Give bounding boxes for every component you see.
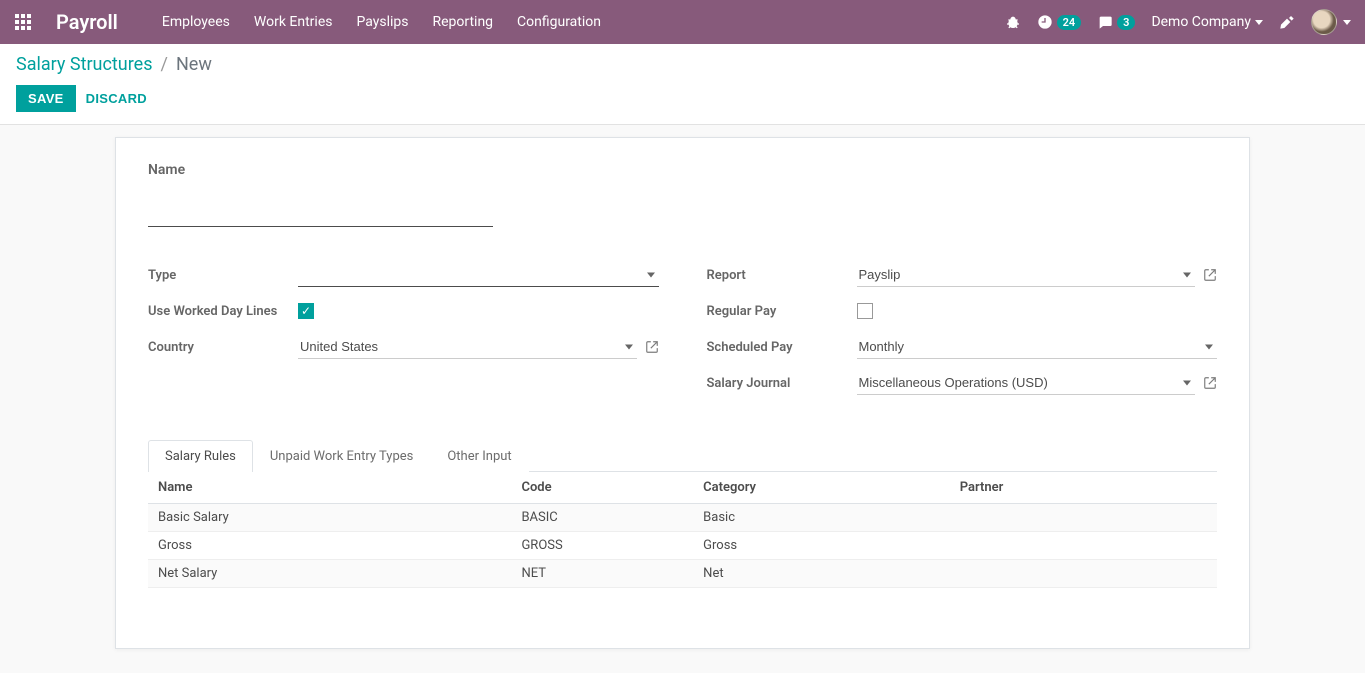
cell-code: GROSS: [511, 532, 693, 560]
salary-rules-table: Name Code Category Partner Basic Salary …: [148, 472, 1217, 588]
notebook-tabs: Salary Rules Unpaid Work Entry Types Oth…: [148, 439, 1217, 472]
nav-reporting[interactable]: Reporting: [422, 4, 503, 40]
report-label: Report: [707, 268, 857, 283]
cell-code: BASIC: [511, 504, 693, 532]
systray: 24 3 Demo Company: [1005, 9, 1351, 35]
main-nav: Employees Work Entries Payslips Reportin…: [152, 4, 611, 40]
nav-payslips[interactable]: Payslips: [346, 4, 418, 40]
activities-count: 24: [1057, 15, 1082, 30]
company-switcher[interactable]: Demo Company: [1151, 14, 1263, 30]
user-menu[interactable]: [1311, 9, 1351, 35]
form-right-column: Report Regular Pay Scheduled Pay: [707, 261, 1218, 405]
use-worked-day-lines-row: Use Worked Day Lines ✓: [148, 297, 659, 325]
company-name: Demo Company: [1151, 14, 1251, 30]
salary-journal-row: Salary Journal: [707, 369, 1218, 397]
cell-name: Basic Salary: [148, 504, 511, 532]
breadcrumb-parent[interactable]: Salary Structures: [16, 54, 153, 75]
type-input[interactable]: [298, 263, 659, 287]
cell-partner: [950, 504, 1217, 532]
type-row: Type: [148, 261, 659, 289]
cell-code: NET: [511, 560, 693, 588]
save-button[interactable]: SAVE: [16, 85, 76, 112]
activities-button[interactable]: 24: [1037, 14, 1082, 30]
col-category[interactable]: Category: [693, 472, 950, 504]
tab-unpaid-work-entry-types[interactable]: Unpaid Work Entry Types: [253, 440, 430, 472]
col-code[interactable]: Code: [511, 472, 693, 504]
country-input[interactable]: [298, 335, 637, 359]
control-panel: Salary Structures / New SAVE DISCARD: [0, 44, 1365, 125]
cell-name: Gross: [148, 532, 511, 560]
cell-category: Net: [693, 560, 950, 588]
table-row[interactable]: Basic Salary BASIC Basic: [148, 504, 1217, 532]
cell-category: Basic: [693, 504, 950, 532]
table-row[interactable]: Gross GROSS Gross: [148, 532, 1217, 560]
discard-button[interactable]: DISCARD: [86, 91, 147, 106]
country-row: Country: [148, 333, 659, 361]
use-worked-day-lines-checkbox[interactable]: ✓: [298, 303, 314, 319]
scheduled-pay-row: Scheduled Pay: [707, 333, 1218, 361]
external-link-icon[interactable]: [1203, 376, 1217, 390]
name-label: Name: [148, 162, 1217, 178]
form-sheet: Name Type Use Worked Day Lines ✓: [115, 137, 1250, 649]
external-link-icon[interactable]: [1203, 268, 1217, 282]
regular-pay-label: Regular Pay: [707, 304, 857, 319]
country-label: Country: [148, 340, 298, 355]
nav-work-entries[interactable]: Work Entries: [244, 4, 343, 40]
scheduled-pay-select[interactable]: [857, 335, 1218, 359]
apps-icon[interactable]: [14, 13, 32, 31]
form-container: Name Type Use Worked Day Lines ✓: [0, 125, 1365, 673]
regular-pay-checkbox[interactable]: [857, 303, 873, 319]
chevron-down-icon: [1255, 20, 1263, 25]
col-name[interactable]: Name: [148, 472, 511, 504]
cell-name: Net Salary: [148, 560, 511, 588]
control-buttons: SAVE DISCARD: [16, 85, 1349, 112]
salary-journal-input[interactable]: [857, 371, 1196, 395]
avatar: [1311, 9, 1337, 35]
tab-salary-rules[interactable]: Salary Rules: [148, 440, 253, 472]
breadcrumb-sep: /: [161, 54, 168, 75]
breadcrumb-current: New: [176, 54, 212, 75]
tab-other-input[interactable]: Other Input: [430, 440, 528, 472]
salary-journal-label: Salary Journal: [707, 376, 857, 391]
report-row: Report: [707, 261, 1218, 289]
cell-category: Gross: [693, 532, 950, 560]
brand-title: Payroll: [56, 10, 118, 34]
cell-partner: [950, 560, 1217, 588]
form-columns: Type Use Worked Day Lines ✓ Country: [148, 261, 1217, 405]
cell-partner: [950, 532, 1217, 560]
use-worked-day-lines-label: Use Worked Day Lines: [148, 304, 298, 319]
scheduled-pay-label: Scheduled Pay: [707, 340, 857, 355]
debug-icon[interactable]: [1279, 14, 1295, 30]
topbar: Payroll Employees Work Entries Payslips …: [0, 0, 1365, 44]
external-link-icon[interactable]: [645, 340, 659, 354]
col-partner[interactable]: Partner: [950, 472, 1217, 504]
chevron-down-icon: [1343, 20, 1351, 25]
type-label: Type: [148, 268, 298, 283]
form-left-column: Type Use Worked Day Lines ✓ Country: [148, 261, 659, 405]
nav-employees[interactable]: Employees: [152, 4, 240, 40]
bug-icon[interactable]: [1005, 14, 1021, 30]
table-row[interactable]: Net Salary NET Net: [148, 560, 1217, 588]
regular-pay-row: Regular Pay: [707, 297, 1218, 325]
report-input[interactable]: [857, 263, 1196, 287]
messages-count: 3: [1117, 15, 1135, 30]
name-input[interactable]: [148, 196, 493, 227]
messages-button[interactable]: 3: [1097, 14, 1135, 30]
breadcrumb: Salary Structures / New: [16, 54, 1349, 75]
nav-configuration[interactable]: Configuration: [507, 4, 611, 40]
